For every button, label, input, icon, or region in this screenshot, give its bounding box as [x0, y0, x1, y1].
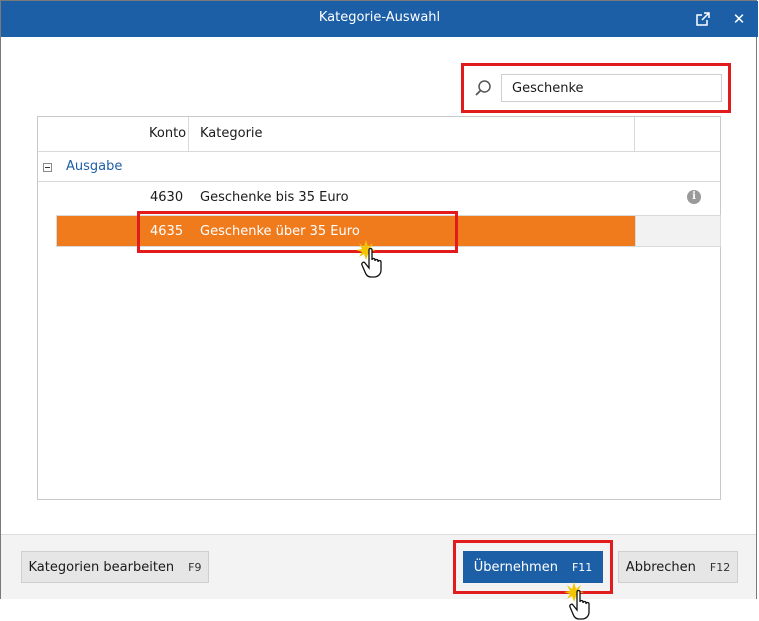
konto-cell: 4630 — [150, 190, 184, 205]
cancel-button[interactable]: Abbrechen F12 — [618, 551, 738, 583]
column-separator — [634, 117, 635, 151]
row-filler-cell — [635, 215, 721, 247]
dialog-footer: Kategorien bearbeiten F9 Übernehmen F11 … — [1, 534, 756, 599]
column-header-kategorie[interactable]: Kategorie — [200, 117, 263, 151]
column-header-konto[interactable]: Konto — [149, 117, 186, 151]
info-icon[interactable]: i — [687, 190, 701, 204]
shortcut-f12: F12 — [709, 560, 731, 574]
search-highlight-box — [461, 63, 731, 113]
row-highlight-box — [137, 211, 458, 253]
cancel-label: Abbrechen — [625, 559, 696, 575]
category-grid: Konto Kategorie Ausgabe 4630 Geschenke b… — [37, 116, 721, 500]
shortcut-f9: F9 — [188, 560, 202, 574]
collapse-icon[interactable] — [43, 163, 52, 172]
search-icon — [475, 80, 491, 96]
edit-categories-label: Kategorien bearbeiten — [28, 559, 175, 575]
title-bar: Kategorie-Auswahl ✕ — [1, 1, 758, 37]
edit-categories-button[interactable]: Kategorien bearbeiten F9 — [21, 551, 209, 583]
group-label: Ausgabe — [66, 159, 123, 174]
category-dialog: Kategorie-Auswahl ✕ Konto Kategorie Ausg… — [0, 0, 758, 620]
group-row-ausgabe[interactable]: Ausgabe — [38, 153, 720, 182]
grid-header: Konto Kategorie — [38, 117, 720, 152]
search-input[interactable] — [501, 74, 722, 102]
external-link-icon[interactable] — [685, 1, 721, 37]
close-button[interactable]: ✕ — [721, 1, 757, 37]
table-row[interactable]: 4630 Geschenke bis 35 Euro i — [56, 182, 720, 214]
hand-cursor-icon — [564, 582, 590, 620]
hand-cursor-icon — [356, 240, 382, 278]
close-icon: ✕ — [732, 10, 746, 28]
kategorie-cell: Geschenke bis 35 Euro — [200, 190, 349, 205]
window-title: Kategorie-Auswahl — [318, 10, 441, 25]
column-separator — [188, 117, 189, 151]
